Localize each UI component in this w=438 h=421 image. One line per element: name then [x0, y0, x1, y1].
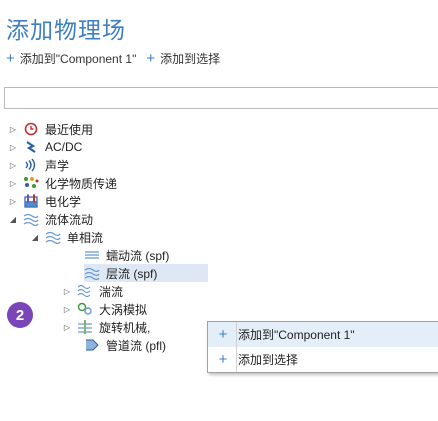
- tree-item-label: 湍流: [99, 284, 124, 299]
- add-to-component-button[interactable]: + 添加到"Component 1": [6, 50, 136, 67]
- recent-icon: [23, 122, 39, 136]
- header-actions: + 添加到"Component 1" + 添加到选择: [6, 50, 230, 67]
- tree-item-label: 声学: [45, 158, 70, 173]
- tree-item-single-phase-flow[interactable]: ◢ 单相流: [30, 228, 103, 246]
- plus-icon: +: [218, 326, 228, 343]
- tree-item-acdc[interactable]: ▷ AC/DC: [8, 138, 82, 156]
- menu-add-to-selection[interactable]: + 添加到选择: [208, 347, 438, 372]
- tree-item-label: 旋转机械,: [99, 320, 151, 335]
- tree-item-label: 管道流 (pfl): [106, 338, 167, 353]
- tree-item-turbulent-flow[interactable]: ▷ 湍流: [62, 282, 123, 300]
- tree-item-recent[interactable]: ▷ 最近使用: [8, 120, 93, 138]
- acoustics-icon: [23, 158, 39, 172]
- tree-item-label: 单相流: [67, 230, 104, 245]
- acdc-icon: [23, 140, 39, 154]
- tree-item-label: 电化学: [45, 194, 82, 209]
- tree-item-label: 层流 (spf): [106, 266, 158, 281]
- expand-arrow-icon[interactable]: ▷: [8, 125, 18, 134]
- search-input[interactable]: [4, 87, 438, 109]
- page-title: 添加物理场: [6, 17, 126, 43]
- tree-item-laminar-flow[interactable]: 层流 (spf): [84, 264, 208, 282]
- pipe-flow-icon: [84, 338, 100, 352]
- laminar-flow-icon: [84, 266, 100, 280]
- rotating-machinery-icon: [77, 320, 93, 334]
- tree-item-label: 最近使用: [45, 122, 94, 137]
- plus-icon: +: [218, 351, 228, 368]
- tree-item-label: AC/DC: [45, 140, 83, 154]
- expand-arrow-icon[interactable]: ▷: [62, 305, 72, 314]
- collapse-arrow-icon[interactable]: ◢: [30, 233, 40, 242]
- collapse-arrow-icon[interactable]: ◢: [8, 215, 18, 224]
- tree-item-electrochemistry[interactable]: ▷ 电化学: [8, 192, 81, 210]
- expand-arrow-icon[interactable]: ▷: [8, 161, 18, 170]
- expand-arrow-icon[interactable]: ▷: [62, 323, 72, 332]
- menu-add-to-component[interactable]: + 添加到"Component 1": [208, 322, 438, 347]
- tree-item-label: 流体流动: [45, 212, 94, 227]
- step-callout-badge: 2: [7, 302, 33, 328]
- add-to-selection-label: 添加到选择: [160, 52, 221, 66]
- menu-item-label: 添加到"Component 1": [238, 328, 355, 342]
- creeping-flow-icon: [84, 248, 100, 262]
- single-phase-flow-icon: [45, 230, 61, 244]
- expand-arrow-icon[interactable]: ▷: [8, 143, 18, 152]
- tree-item-large-eddy-simulation[interactable]: ▷ 大涡模拟: [62, 300, 147, 318]
- electrochemistry-icon: [23, 194, 39, 208]
- add-to-selection-button[interactable]: + 添加到选择: [146, 50, 220, 67]
- tree-item-acoustics[interactable]: ▷ 声学: [8, 156, 69, 174]
- tree-item-fluid-flow[interactable]: ◢ 流体流动: [8, 210, 93, 228]
- tree-item-rotating-machinery[interactable]: ▷ 旋转机械,: [62, 318, 150, 336]
- tree-item-creeping-flow[interactable]: 蠕动流 (spf): [84, 246, 169, 264]
- tree-item-chemical-transport[interactable]: ▷ 化学物质传递: [8, 174, 117, 192]
- tree-item-label: 蠕动流 (spf): [106, 248, 170, 263]
- plus-icon: +: [6, 49, 15, 67]
- expand-arrow-icon[interactable]: ▷: [8, 179, 18, 188]
- tree-item-label: 化学物质传递: [45, 176, 118, 191]
- fluid-flow-icon: [23, 212, 39, 226]
- expand-arrow-icon[interactable]: ▷: [62, 287, 72, 296]
- tree-item-label: 大涡模拟: [99, 302, 148, 317]
- context-menu: + 添加到"Component 1" + 添加到选择: [207, 321, 438, 373]
- expand-arrow-icon[interactable]: ▷: [8, 197, 18, 206]
- chemical-transport-icon: [23, 176, 39, 190]
- menu-item-label: 添加到选择: [238, 353, 299, 367]
- turbulent-flow-icon: [77, 284, 93, 298]
- les-icon: [77, 302, 93, 316]
- add-to-component-label: 添加到"Component 1": [19, 52, 137, 66]
- tree-item-pipe-flow[interactable]: 管道流 (pfl): [84, 336, 166, 354]
- menu-separator: [236, 322, 237, 372]
- plus-icon: +: [146, 49, 156, 67]
